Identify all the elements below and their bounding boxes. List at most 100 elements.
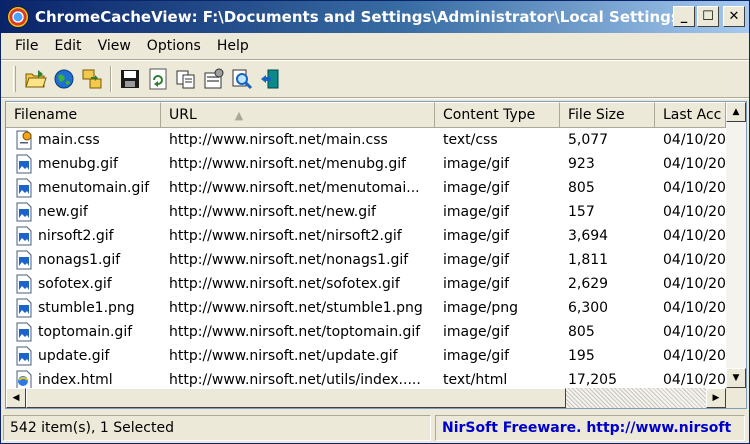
cell-file-size: 5,077	[568, 132, 609, 148]
column-header-last-accessed[interactable]: Last Acc	[655, 102, 726, 128]
cell-content-type: image/gif	[443, 276, 510, 292]
vertical-scrollbar[interactable]: ▲ ▼	[726, 102, 746, 388]
column-header-content-type[interactable]: Content Type	[435, 102, 560, 128]
table-row[interactable]: menubg.gif http://www.nirsoft.net/menubg.…	[6, 152, 726, 176]
table-row[interactable]: stumble1.png http://www.nirsoft.net/stumb…	[6, 296, 726, 320]
cell-last-accessed: 04/10/20	[663, 132, 726, 148]
column-header-file-size[interactable]: File Size	[560, 102, 655, 128]
minimize-button[interactable]: _	[673, 6, 695, 27]
cell-content-type: image/gif	[443, 324, 510, 340]
cell-filename: nirsoft2.gif	[6, 226, 161, 246]
toolbar-separator	[110, 66, 112, 92]
cell-last-accessed: 04/10/20	[663, 348, 726, 364]
scroll-left-button[interactable]: ◀	[6, 388, 26, 408]
scroll-down-button[interactable]: ▼	[726, 368, 746, 388]
table-row[interactable]: new.gif http://www.nirsoft.net/new.gif ima…	[6, 200, 726, 224]
menu-file[interactable]: File	[7, 38, 46, 54]
cell-url: http://www.nirsoft.net/menutomai...	[169, 180, 420, 196]
toolbar-separator-line	[1, 97, 749, 99]
cell-filename: main.css	[6, 130, 161, 150]
cell-file-size: 6,300	[568, 300, 609, 316]
filename-text: menutomain.gif	[38, 180, 150, 196]
cell-url: http://www.nirsoft.net/utils/index.....	[169, 372, 421, 388]
toolbar	[1, 61, 749, 97]
filename-text: nirsoft2.gif	[38, 228, 114, 244]
image-file-icon	[14, 226, 34, 246]
list-header: Filename URL ▲ Content Type File Size Las…	[6, 102, 726, 128]
table-row[interactable]: menutomain.gif http://www.nirsoft.net/men…	[6, 176, 726, 200]
cell-content-type: image/gif	[443, 156, 510, 172]
cell-url: http://www.nirsoft.net/sofotex.gif	[169, 276, 400, 292]
column-header-url[interactable]: URL ▲	[161, 102, 435, 128]
horizontal-scrollbar[interactable]: ◀ ▶	[6, 388, 726, 408]
cell-content-type: text/css	[443, 132, 498, 148]
cell-filename: index.html	[6, 370, 161, 390]
cell-last-accessed: 04/10/20	[663, 324, 726, 340]
table-row[interactable]: toptomain.gif http://www.nirsoft.net/topt…	[6, 320, 726, 344]
scroll-right-button[interactable]: ▶	[706, 388, 726, 408]
table-row[interactable]: nonags1.gif http://www.nirsoft.net/nonags…	[6, 248, 726, 272]
menu-help[interactable]: Help	[209, 38, 257, 54]
cell-last-accessed: 04/10/20	[663, 156, 726, 172]
cell-filename: menubg.gif	[6, 154, 161, 174]
properties-icon	[204, 68, 224, 89]
close-button[interactable]: ✕	[723, 6, 745, 27]
filename-text: toptomain.gif	[38, 324, 133, 340]
title-bar[interactable]: ChromeCacheView: F:\Documents and Settin…	[1, 1, 749, 33]
table-row[interactable]: nirsoft2.gif http://www.nirsoft.net/nirso…	[6, 224, 726, 248]
cell-file-size: 805	[568, 180, 595, 196]
table-row[interactable]: sofotex.gif http://www.nirsoft.net/sofote…	[6, 272, 726, 296]
status-bar: 542 item(s), 1 Selected NirSoft Freeware…	[1, 413, 749, 443]
globe-icon	[54, 69, 74, 89]
copy-files-button[interactable]	[78, 65, 106, 93]
save-icon	[121, 70, 139, 88]
cell-last-accessed: 04/10/20	[663, 276, 726, 292]
nirsoft-link[interactable]: NirSoft Freeware. http://www.nirsoft	[435, 415, 745, 441]
refresh-button[interactable]	[144, 65, 172, 93]
menu-edit[interactable]: Edit	[46, 38, 89, 54]
copy-files-icon	[82, 69, 102, 89]
horizontal-scroll-thumb[interactable]	[26, 388, 566, 408]
cell-url: http://www.nirsoft.net/new.gif	[169, 204, 376, 220]
horizontal-scroll-track[interactable]	[566, 388, 706, 408]
properties-button[interactable]	[200, 65, 228, 93]
table-row[interactable]: update.gif http://www.nirsoft.net/update.…	[6, 344, 726, 368]
image-file-icon	[14, 274, 34, 294]
menu-options[interactable]: Options	[139, 38, 209, 54]
cell-content-type: image/gif	[443, 252, 510, 268]
image-file-icon	[14, 298, 34, 318]
cache-list[interactable]: Filename URL ▲ Content Type File Size Las…	[5, 101, 747, 409]
exit-button[interactable]	[256, 65, 284, 93]
open-folder-button[interactable]	[22, 65, 50, 93]
scroll-up-button[interactable]: ▲	[726, 102, 746, 122]
column-header-filename[interactable]: Filename	[6, 102, 161, 128]
scrollbar-corner	[726, 388, 746, 408]
cell-url: http://www.nirsoft.net/stumble1.png	[169, 300, 423, 316]
cell-filename: sofotex.gif	[6, 274, 161, 294]
save-button[interactable]	[116, 65, 144, 93]
filename-text: index.html	[38, 372, 113, 388]
table-row[interactable]: main.css http://www.nirsoft.net/main.css t…	[6, 128, 726, 152]
html-file-icon	[14, 370, 34, 390]
cell-last-accessed: 04/10/20	[663, 372, 726, 388]
copy-button[interactable]	[172, 65, 200, 93]
filename-text: new.gif	[38, 204, 88, 220]
globe-button[interactable]	[50, 65, 78, 93]
cell-last-accessed: 04/10/20	[663, 252, 726, 268]
sort-ascending-icon: ▲	[234, 108, 244, 122]
cell-filename: menutomain.gif	[6, 178, 161, 198]
copy-icon	[176, 70, 195, 89]
toolbar-grip[interactable]	[13, 66, 16, 92]
cell-last-accessed: 04/10/20	[663, 180, 726, 196]
find-button[interactable]	[228, 65, 256, 93]
filename-text: sofotex.gif	[38, 276, 112, 292]
maximize-button[interactable]: ☐	[697, 6, 719, 27]
list-rows: main.css http://www.nirsoft.net/main.css t…	[6, 128, 726, 392]
cell-file-size: 195	[568, 348, 595, 364]
css-file-icon	[14, 130, 34, 150]
cell-file-size: 1,811	[568, 252, 609, 268]
filename-text: menubg.gif	[38, 156, 118, 172]
exit-icon	[261, 69, 279, 89]
cell-file-size: 2,629	[568, 276, 609, 292]
menu-view[interactable]: View	[90, 38, 139, 54]
